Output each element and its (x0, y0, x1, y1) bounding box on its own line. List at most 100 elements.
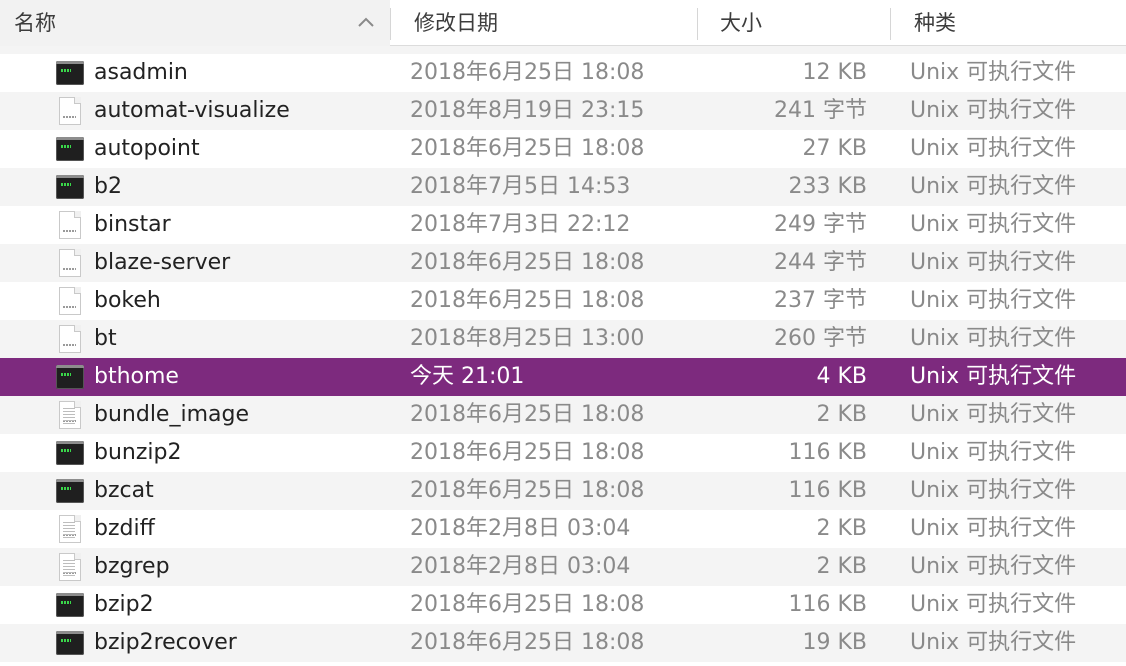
file-kind: Unix 可执行文件 (910, 136, 1077, 161)
file-name: bthome (94, 364, 179, 389)
file-row[interactable]: b2 2018年7月5日 14:53 233 KB Unix 可执行文件 (0, 168, 1126, 206)
file-name: asadmin (94, 60, 188, 85)
file-kind: Unix 可执行文件 (910, 440, 1077, 465)
file-row[interactable]: bundle_image 2018年6月25日 18:08 2 KB Unix 可执行… (0, 396, 1126, 434)
script-doc-icon[interactable] (56, 325, 84, 353)
file-kind: Unix 可执行文件 (910, 326, 1077, 351)
terminal-exec-icon[interactable] (56, 439, 84, 467)
date-column-header[interactable]: 修改日期 (414, 0, 697, 46)
terminal-exec-icon[interactable] (56, 135, 84, 163)
file-size: 116 KB (788, 478, 867, 503)
terminal-exec-icon[interactable] (56, 629, 84, 657)
file-row-selected[interactable]: bthome 今天 21:01 4 KB Unix 可执行文件 (0, 358, 1126, 396)
file-name: bzgrep (94, 554, 170, 579)
file-size: 116 KB (788, 440, 867, 465)
file-modified-date: 2018年6月25日 18:08 (410, 136, 645, 161)
terminal-exec-icon[interactable] (56, 59, 84, 87)
terminal-exec-icon[interactable] (56, 363, 84, 391)
file-modified-date: 2018年6月25日 18:08 (410, 288, 645, 313)
file-size: 2 KB (816, 516, 867, 541)
text-doc-icon[interactable] (56, 553, 84, 581)
file-kind: Unix 可执行文件 (910, 478, 1077, 503)
file-row[interactable]: bokeh 2018年6月25日 18:08 237 字节 Unix 可执行文件 (0, 282, 1126, 320)
file-name: bundle_image (94, 402, 249, 427)
file-list[interactable]: asadmin 2018年6月25日 18:08 12 KB Unix 可执行文件 au… (0, 46, 1126, 666)
terminal-exec-icon[interactable] (56, 591, 84, 619)
file-size: 241 字节 (774, 98, 867, 123)
file-name: bzcat (94, 478, 154, 503)
file-modified-date: 2018年6月25日 18:08 (410, 402, 645, 427)
file-modified-date: 2018年8月19日 23:15 (410, 98, 645, 123)
file-row[interactable]: bzcat 2018年6月25日 18:08 116 KB Unix 可执行文件 (0, 472, 1126, 510)
file-size: 249 字节 (774, 212, 867, 237)
file-kind: Unix 可执行文件 (910, 364, 1077, 389)
file-modified-date: 2018年7月5日 14:53 (410, 174, 631, 199)
file-row[interactable]: bunzip2 2018年6月25日 18:08 116 KB Unix 可执行文件 (0, 434, 1126, 472)
kind-column-header[interactable]: 种类 (914, 0, 1124, 46)
file-kind: Unix 可执行文件 (910, 212, 1077, 237)
file-modified-date: 2018年6月25日 18:08 (410, 592, 645, 617)
finder-list-view: 名称 修改日期 大小 种类 asadmin 2018年6月25日 18:08 12 … (0, 0, 1126, 666)
script-doc-icon[interactable] (56, 249, 84, 277)
file-row[interactable]: asadmin 2018年6月25日 18:08 12 KB Unix 可执行文件 (0, 54, 1126, 92)
file-modified-date: 2018年6月25日 18:08 (410, 60, 645, 85)
file-modified-date: 2018年6月25日 18:08 (410, 630, 645, 655)
file-size: 244 字节 (774, 250, 867, 275)
file-kind: Unix 可执行文件 (910, 174, 1077, 199)
column-divider[interactable] (390, 8, 391, 40)
name-column-header[interactable]: 名称 (14, 0, 390, 46)
name-column-label: 名称 (14, 11, 56, 35)
script-doc-icon[interactable] (56, 211, 84, 239)
file-size: 233 KB (788, 174, 867, 199)
file-kind: Unix 可执行文件 (910, 250, 1077, 275)
column-divider[interactable] (890, 8, 891, 40)
file-modified-date: 2018年6月25日 18:08 (410, 478, 645, 503)
file-row[interactable]: binstar 2018年7月3日 22:12 249 字节 Unix 可执行文件 (0, 206, 1126, 244)
file-size: 27 KB (802, 136, 867, 161)
file-size: 2 KB (816, 554, 867, 579)
script-doc-icon[interactable] (56, 287, 84, 315)
file-row[interactable]: bzip2recover 2018年6月25日 18:08 19 KB Unix 可执… (0, 624, 1126, 662)
file-name: bzip2recover (94, 630, 237, 655)
text-doc-icon[interactable] (56, 401, 84, 429)
file-name: bzip2 (94, 592, 154, 617)
file-modified-date: 2018年7月3日 22:12 (410, 212, 631, 237)
file-size: 4 KB (816, 364, 867, 389)
file-modified-date: 2018年2月8日 03:04 (410, 516, 631, 541)
file-kind: Unix 可执行文件 (910, 630, 1077, 655)
file-name: bzdiff (94, 516, 155, 541)
clipped-row (0, 46, 1126, 54)
script-doc-icon[interactable] (56, 97, 84, 125)
text-doc-icon[interactable] (56, 515, 84, 543)
date-column-label: 修改日期 (414, 11, 498, 35)
file-name: bt (94, 326, 117, 351)
file-row[interactable]: blaze-server 2018年6月25日 18:08 244 字节 Unix 可… (0, 244, 1126, 282)
file-name: autopoint (94, 136, 200, 161)
size-column-header[interactable]: 大小 (720, 0, 890, 46)
file-row[interactable]: bzip2 2018年6月25日 18:08 116 KB Unix 可执行文件 (0, 586, 1126, 624)
file-row[interactable]: bzgrep 2018年2月8日 03:04 2 KB Unix 可执行文件 (0, 548, 1126, 586)
terminal-exec-icon[interactable] (56, 477, 84, 505)
file-row[interactable]: bzdiff 2018年2月8日 03:04 2 KB Unix 可执行文件 (0, 510, 1126, 548)
file-name: automat-visualize (94, 98, 290, 123)
sort-ascending-chevron-icon[interactable] (356, 13, 376, 33)
column-divider[interactable] (697, 8, 698, 40)
file-row[interactable]: bt 2018年8月25日 13:00 260 字节 Unix 可执行文件 (0, 320, 1126, 358)
file-modified-date: 2018年6月25日 18:08 (410, 250, 645, 275)
file-kind: Unix 可执行文件 (910, 98, 1077, 123)
kind-column-label: 种类 (914, 11, 956, 35)
file-size: 260 字节 (774, 326, 867, 351)
file-name: b2 (94, 174, 122, 199)
terminal-exec-icon[interactable] (56, 173, 84, 201)
file-size: 2 KB (816, 402, 867, 427)
file-name: binstar (94, 212, 171, 237)
file-modified-date: 今天 21:01 (410, 364, 525, 389)
file-kind: Unix 可执行文件 (910, 516, 1077, 541)
file-kind: Unix 可执行文件 (910, 60, 1077, 85)
file-row[interactable]: autopoint 2018年6月25日 18:08 27 KB Unix 可执行文件 (0, 130, 1126, 168)
file-name: bunzip2 (94, 440, 182, 465)
file-kind: Unix 可执行文件 (910, 592, 1077, 617)
file-row[interactable]: automat-visualize 2018年8月19日 23:15 241 字节 U… (0, 92, 1126, 130)
file-kind: Unix 可执行文件 (910, 288, 1077, 313)
file-size: 116 KB (788, 592, 867, 617)
